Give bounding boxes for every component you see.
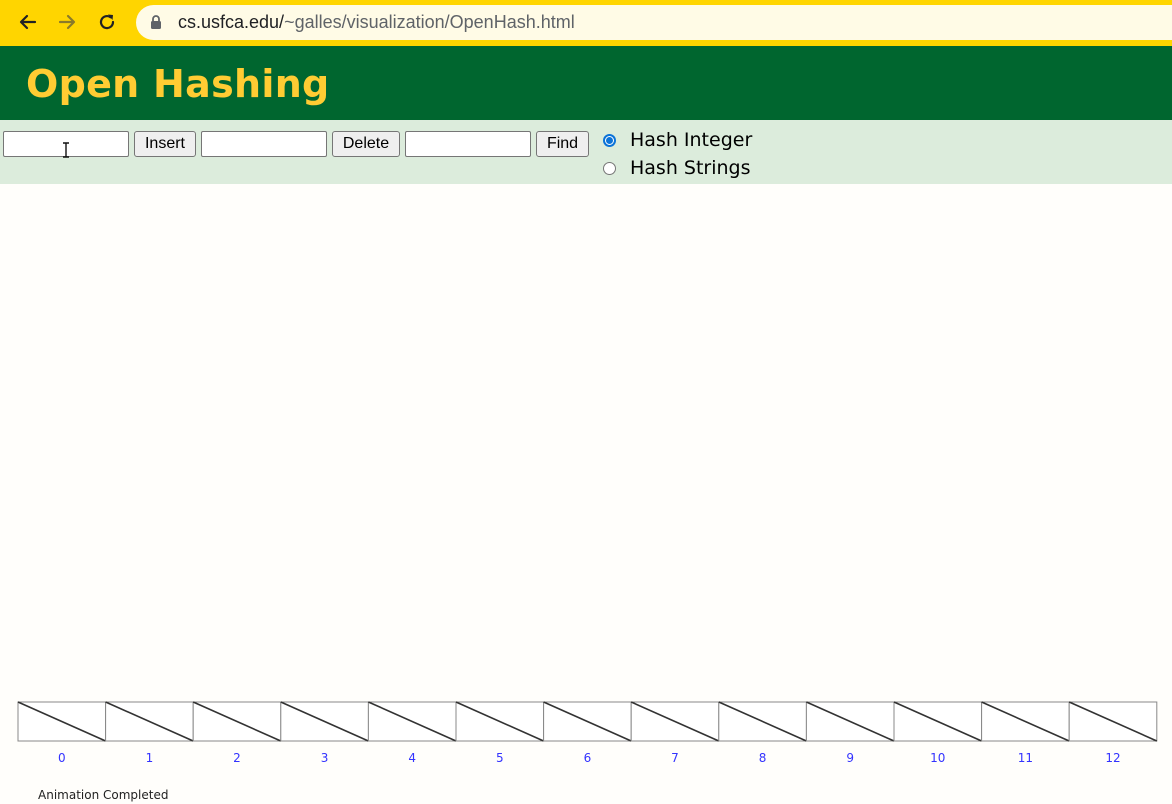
hash-bucket: 12	[1068, 701, 1158, 765]
hash-bucket: 6	[543, 701, 632, 765]
bucket-index-label: 10	[930, 751, 945, 765]
text-cursor-icon	[63, 142, 69, 158]
hash-bucket: 5	[455, 701, 545, 765]
hash-strings-option[interactable]: Hash Strings	[603, 157, 751, 179]
hash-integer-radio[interactable]	[603, 133, 616, 147]
hash-bucket: 2	[192, 701, 282, 765]
bucket-index-label: 7	[671, 751, 679, 765]
bucket-index-label: 9	[846, 751, 854, 765]
reload-icon	[99, 14, 115, 30]
hash-bucket: 3	[280, 701, 369, 765]
reload-button[interactable]	[92, 7, 122, 37]
arrow-right-icon	[58, 14, 76, 30]
insert-button[interactable]: Insert	[134, 131, 196, 157]
hash-bucket: 8	[718, 701, 807, 765]
page-header: Open Hashing	[0, 46, 1172, 120]
bucket-index-label: 12	[1105, 751, 1120, 765]
animation-status: Animation Completed	[38, 788, 169, 802]
bucket-index-label: 3	[321, 751, 329, 765]
address-bar[interactable]: cs.usfca.edu/~galles/visualization/OpenH…	[136, 5, 1172, 40]
hash-bucket: 7	[630, 701, 720, 765]
hash-strings-radio[interactable]	[603, 161, 616, 175]
delete-button[interactable]: Delete	[332, 131, 400, 157]
find-input[interactable]	[405, 131, 531, 157]
hash-strings-label[interactable]: Hash Strings	[630, 157, 751, 179]
browser-toolbar: cs.usfca.edu/~galles/visualization/OpenH…	[0, 0, 1172, 46]
hash-bucket: 0	[17, 701, 107, 765]
bucket-index-label: 6	[584, 751, 592, 765]
hash-integer-option[interactable]: Hash Integer	[603, 129, 752, 151]
forward-button[interactable]	[52, 7, 82, 37]
control-bar: Insert Delete Find Hash Integer Hash Str…	[0, 120, 1172, 184]
back-button[interactable]	[13, 7, 43, 37]
url-path: ~galles/visualization/OpenHash.html	[284, 12, 575, 32]
page-title: Open Hashing	[26, 62, 330, 106]
hash-bucket: 11	[981, 701, 1070, 765]
find-button[interactable]: Find	[536, 131, 589, 157]
hash-bucket: 4	[367, 701, 457, 765]
lock-icon[interactable]	[150, 15, 164, 31]
bucket-index-label: 5	[496, 751, 504, 765]
hash-integer-label[interactable]: Hash Integer	[630, 129, 752, 151]
bucket-index-label: 4	[408, 751, 416, 765]
bucket-index-label: 11	[1018, 751, 1033, 765]
bucket-index-label: 1	[146, 751, 154, 765]
hash-bucket: 1	[105, 701, 194, 765]
bucket-index-label: 0	[58, 751, 66, 765]
delete-input[interactable]	[201, 131, 327, 157]
hash-bucket: 9	[805, 701, 895, 765]
visualization-canvas: 0 1 2 3 4 5 6 7 8 9 10 11 12	[17, 701, 1158, 765]
url-host: cs.usfca.edu/	[178, 12, 285, 32]
hash-bucket: 10	[893, 701, 983, 765]
url-text: cs.usfca.edu/~galles/visualization/OpenH…	[178, 12, 575, 33]
bucket-index-label: 2	[233, 751, 241, 765]
bucket-index-label: 8	[759, 751, 767, 765]
arrow-left-icon	[19, 14, 37, 30]
